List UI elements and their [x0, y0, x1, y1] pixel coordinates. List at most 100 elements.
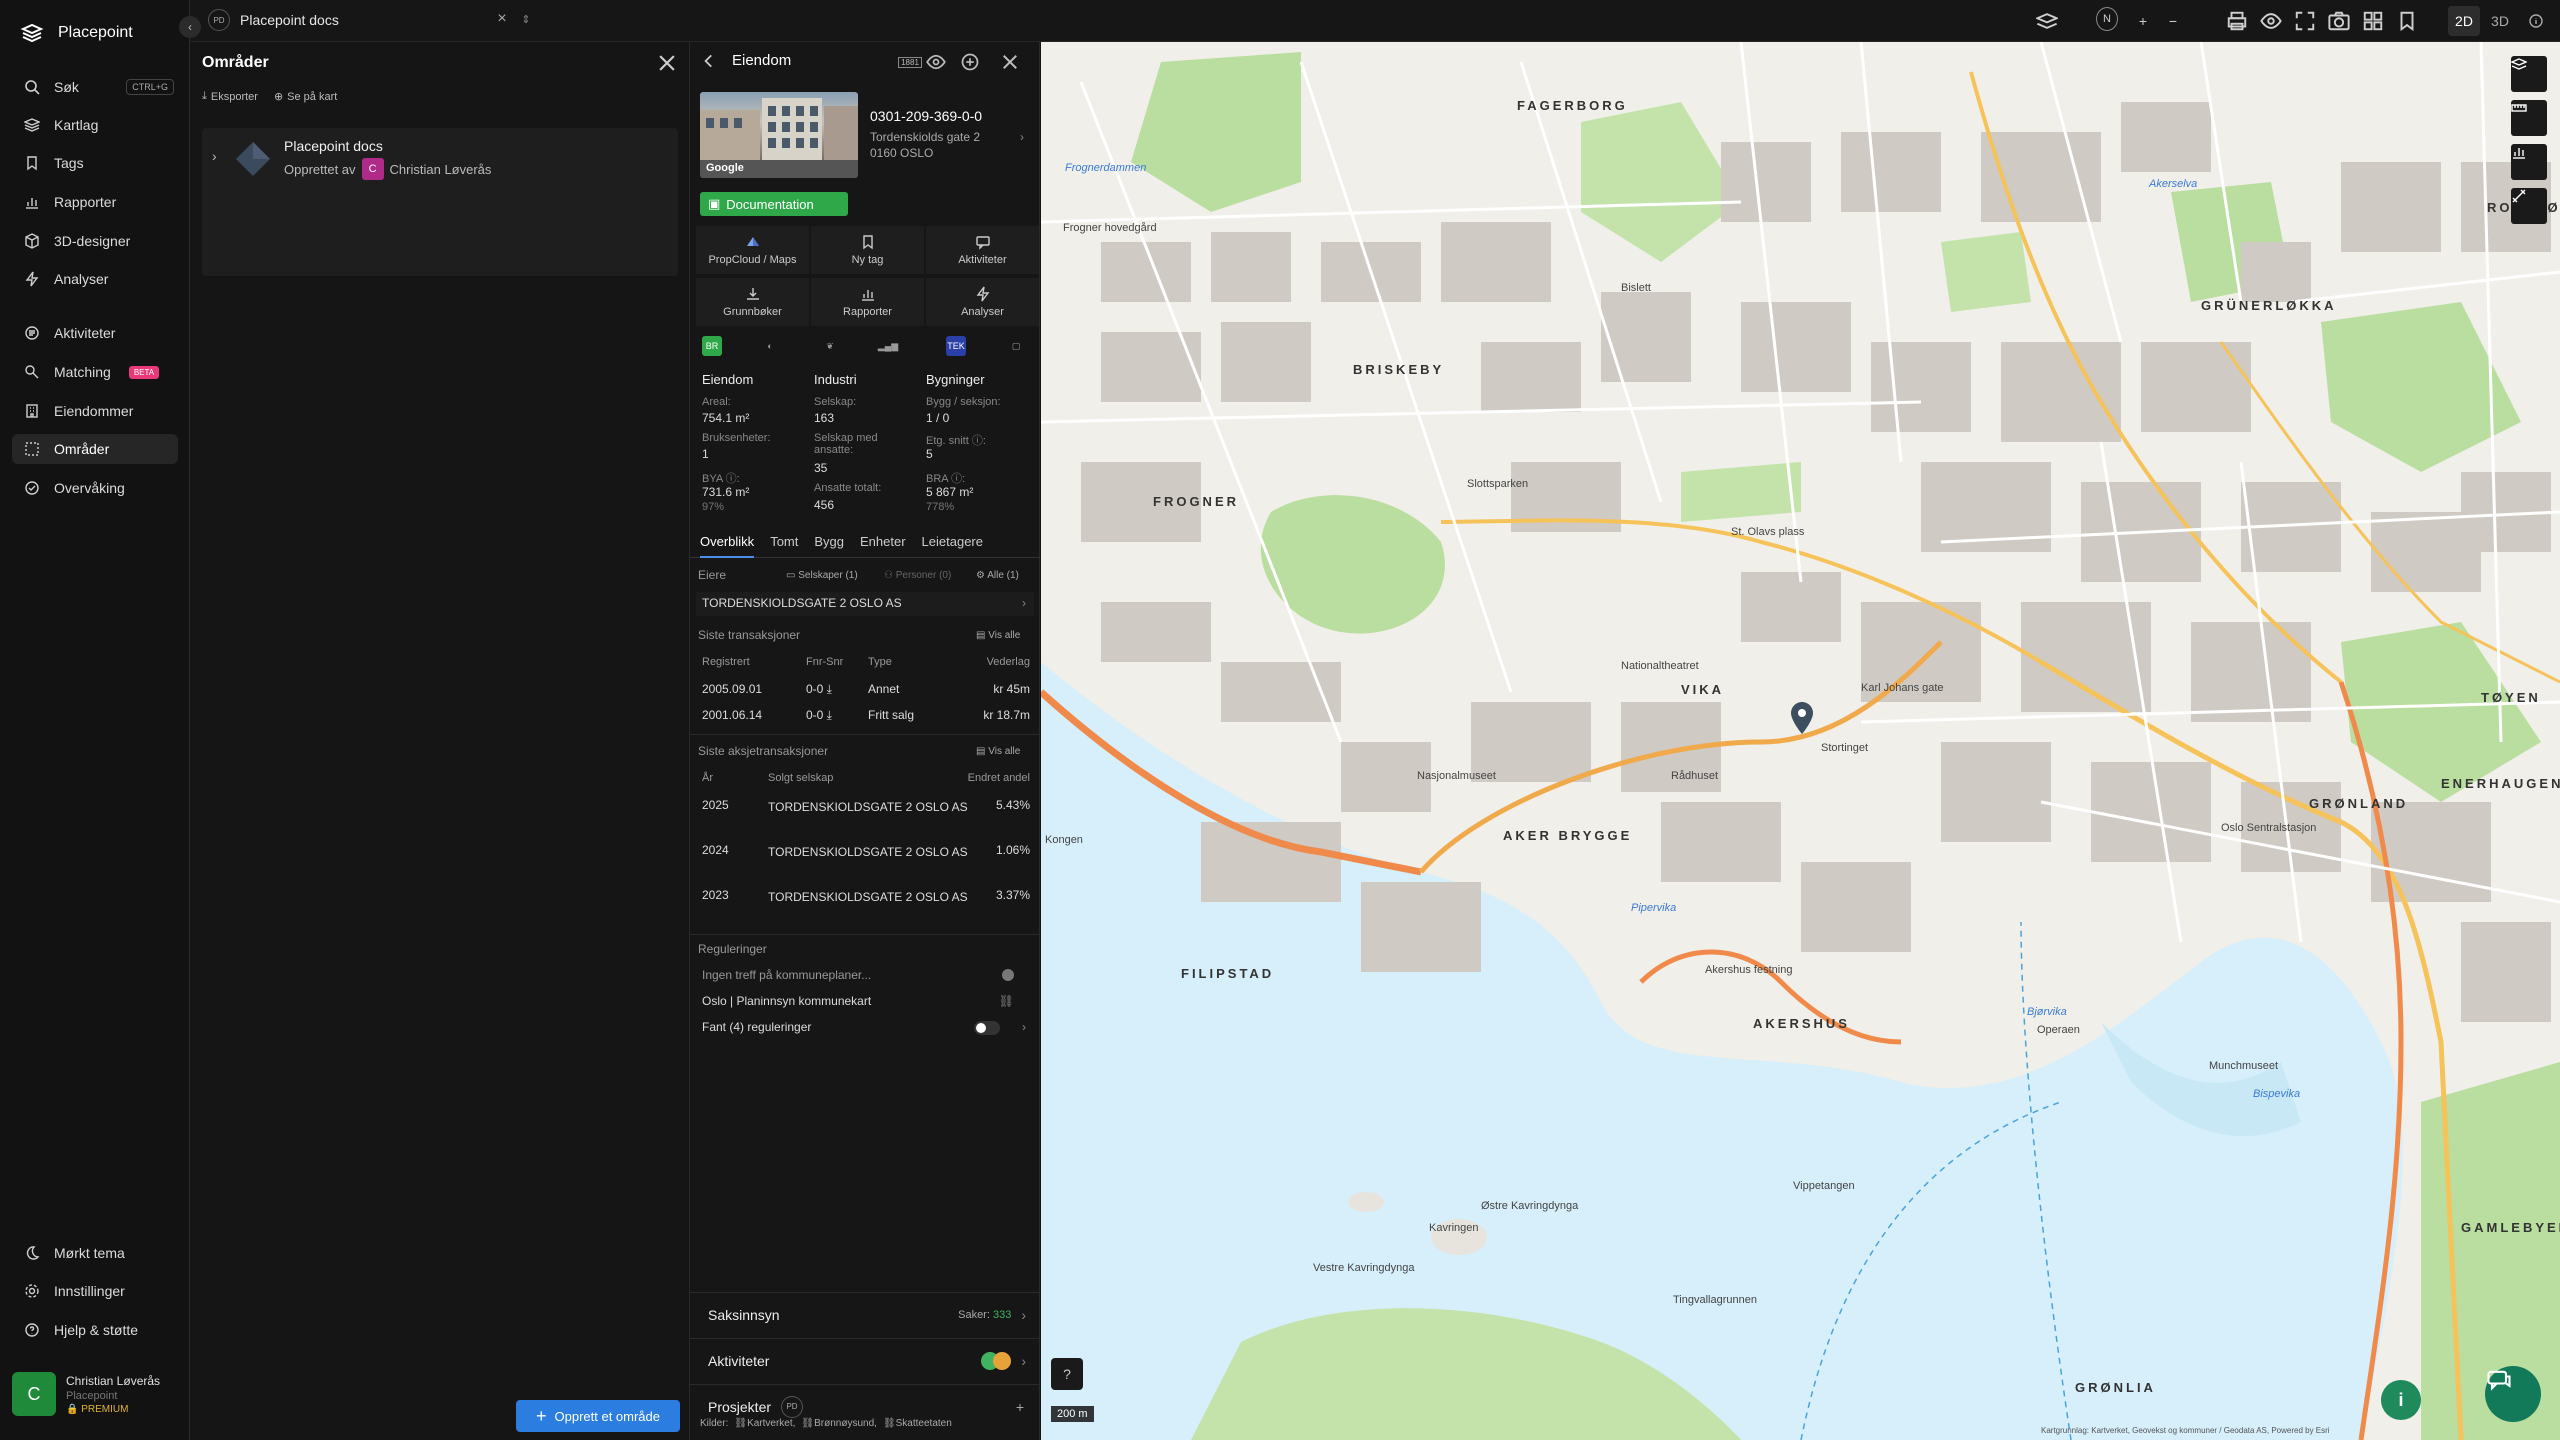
nav-activities[interactable]: Aktiviteter — [12, 318, 178, 348]
source-br-badge[interactable]: BR — [702, 336, 722, 356]
map-canvas[interactable]: FAGERBORG BRISKEBY FROGNER GRÜNERLØKKA A… — [1041, 42, 2560, 1440]
tab-overview[interactable]: Overblikk — [700, 532, 755, 558]
cell-change: 3.37% — [995, 888, 1030, 902]
source-1881-icon[interactable]: 1881 — [898, 52, 922, 72]
view-2d-button[interactable]: 2D — [2448, 6, 2480, 36]
plus-icon[interactable]: + — [1016, 1399, 1024, 1415]
land-registry-button[interactable]: Grunnbøker — [696, 278, 809, 326]
back-arrow-icon[interactable] — [700, 52, 718, 70]
source-link[interactable]: ⛓Brønnøysund, — [801, 1418, 877, 1429]
table-row[interactable]: 2025 TORDENSKIOLDSGATE 2 OSLO AS 5.43% — [696, 798, 1034, 838]
source-lock-icon[interactable]: ▢ — [1006, 336, 1026, 356]
map-help-button[interactable]: ? — [1051, 1358, 1083, 1390]
district-label: FILIPSTAD — [1181, 966, 1275, 981]
collapse-sidebar-button[interactable]: ‹ — [179, 16, 201, 38]
district-label: GRØNLAND — [2309, 796, 2409, 811]
place-label: Kavringen — [1429, 1222, 1479, 1234]
export-button[interactable]: ⤓ Eksporter — [202, 90, 258, 103]
property-photo[interactable]: Google — [700, 92, 858, 178]
area-card[interactable]: › Placepoint docs Opprettet av C Christi… — [202, 128, 678, 276]
filter-persons[interactable]: ⚇ Personer (0) — [884, 570, 951, 581]
nav-3d-designer[interactable]: 3D-designer — [12, 226, 178, 256]
nav-tags[interactable]: Tags — [12, 148, 178, 178]
activities-row[interactable]: Aktiviteter › — [690, 1338, 1040, 1382]
nav-dark-theme[interactable]: Mørkt tema — [12, 1238, 178, 1268]
owner-row[interactable]: TORDENSKIOLDSGATE 2 OSLO AS › — [696, 592, 1034, 616]
workspace-selector[interactable]: PD Placepoint docs — [208, 9, 339, 31]
print-icon[interactable] — [2226, 10, 2248, 32]
zoom-in-icon[interactable]: + — [2132, 10, 2154, 32]
nav-search[interactable]: Søk CTRL+G — [12, 72, 178, 102]
analyses-button[interactable]: Analyser — [926, 278, 1039, 326]
brand[interactable]: Placepoint — [20, 18, 133, 48]
chevron-right-icon[interactable]: › — [212, 148, 217, 164]
fullscreen-icon[interactable] — [2294, 10, 2316, 32]
workspace-badge: PD — [208, 9, 230, 31]
close-workspace-icon[interactable]: × — [492, 9, 512, 29]
stat-value: 1 / 0 — [926, 411, 950, 425]
nav-analyses[interactable]: Analyser — [12, 264, 178, 294]
stat-value: 731.6 m² — [702, 485, 750, 499]
chat-button[interactable] — [2485, 1366, 2541, 1422]
source-plant-icon[interactable]: ❦ — [820, 336, 840, 356]
photo-credit: Google — [706, 162, 744, 174]
nav-help[interactable]: Hjelp & støtte — [12, 1315, 178, 1345]
grid-icon[interactable] — [2362, 10, 2384, 32]
source-link[interactable]: ⛓Kartverket, — [734, 1418, 795, 1429]
show-all-transactions[interactable]: ▤ Vis alle — [976, 630, 1020, 641]
source-globe-icon[interactable]: ◐ — [760, 336, 780, 356]
nav-matching[interactable]: Matching BETA — [12, 357, 178, 387]
view-3d-button[interactable]: 3D — [2484, 6, 2516, 36]
toggle-switch[interactable] — [974, 1021, 1000, 1035]
camera-icon[interactable] — [2328, 10, 2350, 32]
map-layers-control-icon[interactable] — [2511, 56, 2547, 92]
tab-units[interactable]: Enheter — [860, 532, 906, 557]
nav-monitoring[interactable]: Overvåking — [12, 473, 178, 503]
measure-control-icon[interactable] — [2511, 188, 2547, 224]
new-tag-button[interactable]: Ny tag — [811, 226, 924, 274]
chevron-updown-icon[interactable]: ⇕ — [516, 9, 536, 29]
north-compass-icon[interactable]: N — [2096, 7, 2118, 31]
source-tek-badge[interactable]: TEK — [946, 336, 966, 356]
map-info-button[interactable]: i — [2381, 1380, 2421, 1420]
property-pin-icon[interactable] — [1791, 702, 1813, 734]
district-label: AKERSHUS — [1753, 1016, 1850, 1031]
stat-label: Bygg / seksjon: — [926, 396, 1001, 408]
show-all-share-transactions[interactable]: ▤ Vis alle — [976, 746, 1020, 757]
nav-reports[interactable]: Rapporter — [12, 187, 178, 217]
reports-button[interactable]: Rapporter — [811, 278, 924, 326]
bookmark-icon[interactable] — [2396, 10, 2418, 32]
nav-areas[interactable]: Områder — [12, 434, 178, 464]
tab-plot[interactable]: Tomt — [770, 532, 798, 557]
zoom-out-icon[interactable]: − — [2162, 10, 2184, 32]
cell-fnr: 0-0 ⤓ — [806, 708, 832, 722]
nav-settings[interactable]: Innstillinger — [12, 1276, 178, 1306]
table-row[interactable]: 2024 TORDENSKIOLDSGATE 2 OSLO AS 1.06% — [696, 843, 1034, 883]
table-row[interactable]: 2023 TORDENSKIOLDSGATE 2 OSLO AS 3.37% — [696, 888, 1034, 928]
tab-tenants[interactable]: Leietagere — [922, 532, 983, 557]
tab-building[interactable]: Bygg — [814, 532, 844, 557]
layers-toggle-icon[interactable] — [2036, 10, 2058, 32]
view-on-map-button[interactable]: ⊕ Se på kart — [274, 90, 337, 104]
source-link[interactable]: ⛓Skatteetaten — [883, 1418, 952, 1429]
close-icon[interactable] — [656, 52, 678, 74]
nav-properties[interactable]: Eiendommer — [12, 396, 178, 426]
filter-all[interactable]: ⚙ Alle (1) — [976, 570, 1019, 581]
close-icon[interactable] — [1000, 52, 1020, 72]
activities-button[interactable]: Aktiviteter — [926, 226, 1039, 274]
eye-icon[interactable] — [926, 52, 946, 72]
propcloud-maps-button[interactable]: PropCloud / Maps — [696, 226, 809, 274]
add-circle-icon[interactable] — [960, 52, 980, 72]
tag-badge[interactable]: ▣ Documentation — [700, 192, 848, 216]
source-signal-icon[interactable]: ▂▄▆ — [878, 336, 898, 356]
ruler-control-icon[interactable] — [2511, 100, 2547, 136]
chevron-right-icon[interactable]: › — [1020, 130, 1024, 144]
eye-icon[interactable] — [2260, 10, 2282, 32]
chart-control-icon[interactable] — [2511, 144, 2547, 180]
user-profile[interactable]: C Christian Løverås Placepoint 🔒 PREMIUM — [12, 1368, 182, 1420]
case-access-row[interactable]: Saksinnsyn Saker: 333 › — [690, 1292, 1040, 1336]
create-area-button[interactable]: + Opprett et område — [516, 1400, 680, 1432]
nav-map-layers[interactable]: Kartlag — [12, 110, 178, 140]
info-icon[interactable] — [2520, 6, 2552, 36]
filter-companies[interactable]: ▭ Selskaper (1) — [786, 570, 858, 581]
